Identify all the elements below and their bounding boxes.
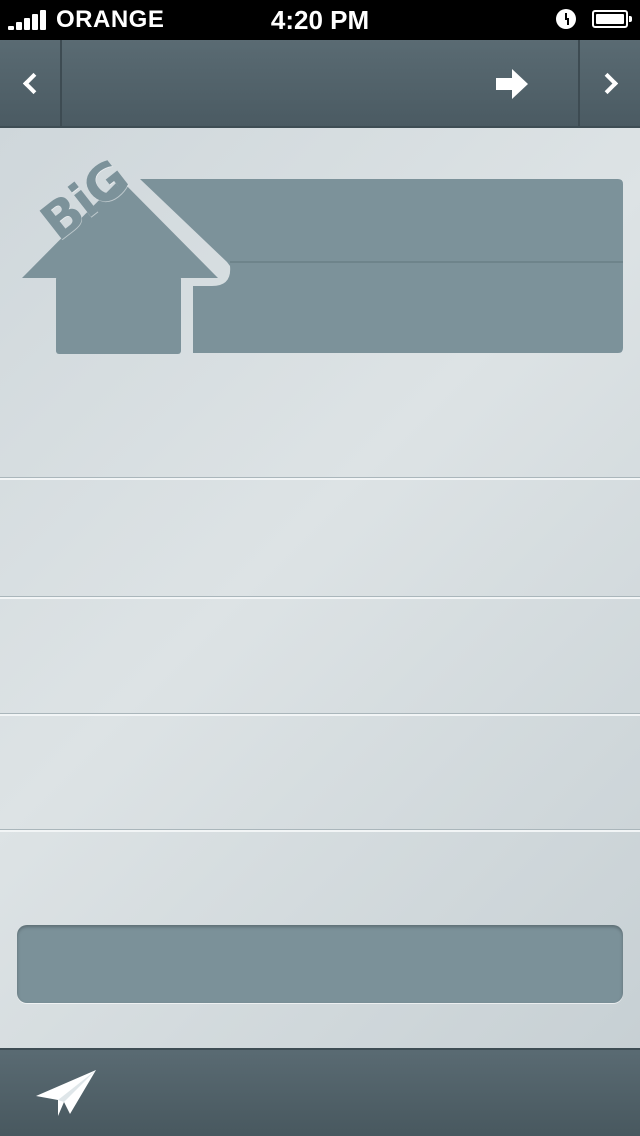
row-divider [0, 714, 640, 716]
row-divider [0, 830, 640, 832]
main-content: BiG [0, 128, 640, 1048]
back-button[interactable] [0, 40, 62, 126]
row-divider [0, 478, 640, 480]
row-divider [0, 597, 640, 599]
app-screen: ORANGE 4:20 PM BiG [0, 0, 640, 1136]
status-bar: ORANGE 4:20 PM [0, 0, 640, 40]
chevron-right-icon [596, 72, 618, 94]
paper-plane-icon[interactable] [30, 1064, 102, 1120]
arrow-right-icon[interactable] [492, 64, 532, 104]
big-house-logo: BiG [12, 148, 632, 358]
status-time: 4:20 PM [270, 5, 370, 35]
navigation-bar [0, 40, 640, 128]
text-input-field[interactable] [17, 925, 623, 1003]
bottom-toolbar [0, 1048, 640, 1136]
alarm-clock-icon [556, 9, 576, 29]
next-button[interactable] [578, 40, 640, 126]
battery-icon [592, 10, 632, 28]
chevron-left-icon [22, 72, 44, 94]
